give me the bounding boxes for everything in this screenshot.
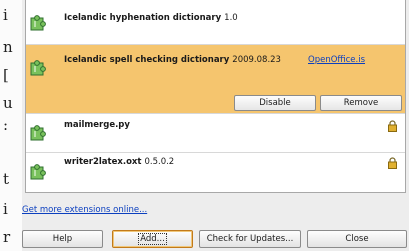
background-text: t bbox=[3, 170, 10, 188]
background-text: i bbox=[3, 6, 8, 24]
extension-row[interactable]: mailmerge.py bbox=[26, 114, 405, 153]
remove-button-label: Remove bbox=[343, 98, 379, 108]
background-text: n bbox=[3, 38, 13, 56]
puzzle-piece-icon bbox=[30, 125, 46, 141]
remove-button[interactable]: Remove bbox=[320, 95, 402, 111]
disable-button-label: Disable bbox=[259, 98, 291, 108]
background-text: r bbox=[3, 228, 11, 246]
extension-name: writer2latex.oxt bbox=[64, 157, 142, 167]
help-button-label: Help bbox=[52, 234, 73, 244]
get-more-extensions-link[interactable]: Get more extensions online... bbox=[22, 205, 147, 215]
extension-version: 2009.08.23 bbox=[232, 55, 281, 65]
extension-manager-dialog: Icelandic hyphenation dictionary 1.0 Icel… bbox=[22, 0, 409, 251]
lock-icon bbox=[388, 157, 397, 169]
extension-version: 1.0 bbox=[224, 13, 238, 23]
extension-row[interactable]: writer2latex.oxt 0.5.0.2 bbox=[26, 153, 405, 192]
puzzle-piece-icon bbox=[30, 164, 46, 180]
extension-title: mailmerge.py bbox=[64, 120, 133, 130]
add-button[interactable]: Add... bbox=[112, 230, 193, 248]
background-text: [ bbox=[3, 66, 9, 84]
background-text: u bbox=[3, 94, 13, 112]
puzzle-piece-icon bbox=[30, 15, 46, 31]
extension-title: Icelandic spell checking dictionary 2009.… bbox=[64, 55, 281, 65]
puzzle-piece-icon bbox=[30, 60, 46, 76]
extension-title: writer2latex.oxt 0.5.0.2 bbox=[64, 157, 174, 167]
help-button[interactable]: Help bbox=[22, 230, 103, 248]
extension-name: Icelandic spell checking dictionary bbox=[64, 55, 230, 65]
close-button[interactable]: Close bbox=[307, 230, 407, 248]
extension-list[interactable]: Icelandic hyphenation dictionary 1.0 Icel… bbox=[25, 0, 406, 193]
extension-name: mailmerge.py bbox=[64, 120, 130, 130]
disable-button[interactable]: Disable bbox=[234, 95, 316, 111]
add-button-label: Add... bbox=[138, 233, 167, 245]
check-for-updates-button[interactable]: Check for Updates... bbox=[199, 230, 301, 248]
background-text: i bbox=[3, 200, 8, 218]
extension-title: Icelandic hyphenation dictionary 1.0 bbox=[64, 13, 238, 23]
extension-version: 0.5.0.2 bbox=[144, 157, 175, 167]
background-text: : bbox=[3, 116, 9, 134]
background-document: i n [ u : t i r bbox=[0, 0, 22, 251]
publisher-link[interactable]: OpenOffice.is bbox=[308, 55, 365, 65]
extension-name: Icelandic hyphenation dictionary bbox=[64, 13, 222, 23]
dialog-button-bar: Help Add... Check for Updates... Close bbox=[22, 224, 409, 251]
extension-row[interactable]: Icelandic hyphenation dictionary 1.0 bbox=[26, 0, 405, 45]
close-button-label: Close bbox=[345, 234, 369, 244]
extension-row-selected[interactable]: Icelandic spell checking dictionary 2009.… bbox=[26, 45, 405, 114]
lock-icon bbox=[388, 120, 397, 132]
check-updates-label: Check for Updates... bbox=[206, 234, 294, 244]
